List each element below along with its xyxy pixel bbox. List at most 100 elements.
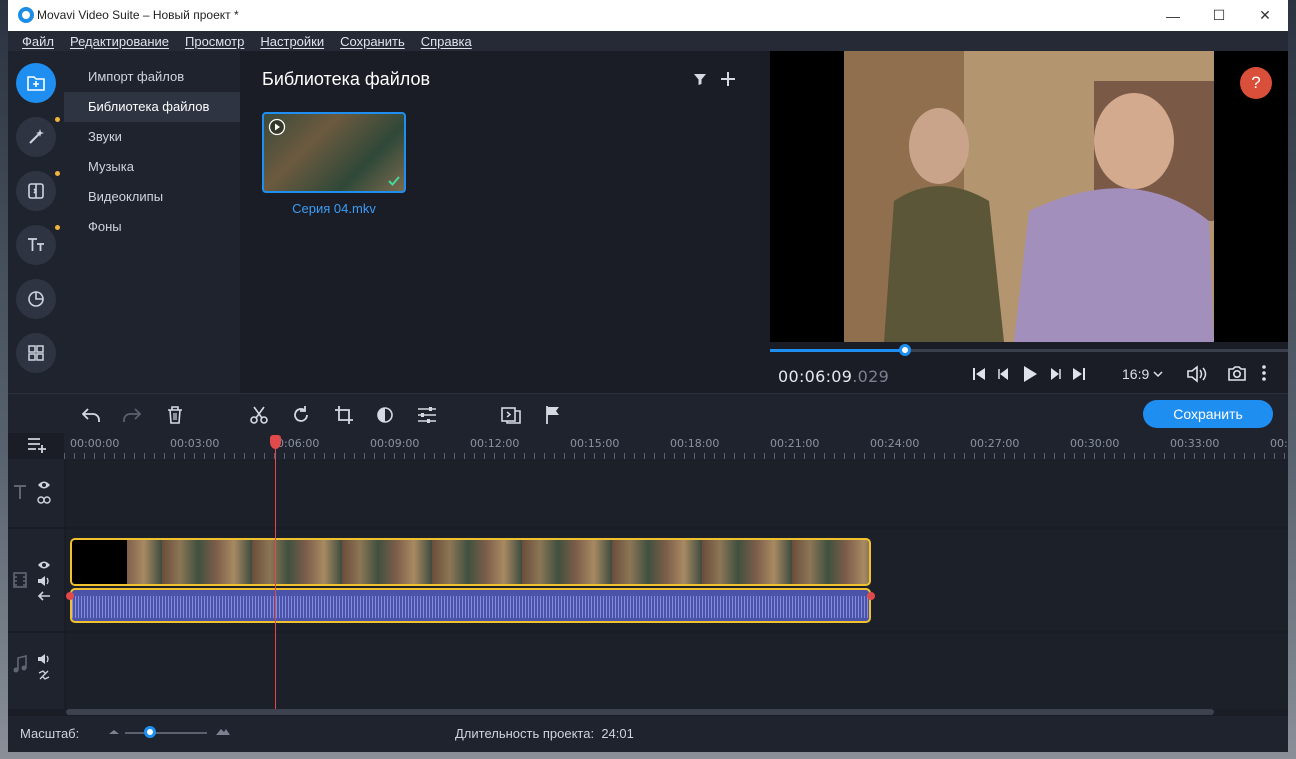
next-frame-icon[interactable] bbox=[1047, 366, 1063, 382]
title-track[interactable] bbox=[66, 459, 1288, 527]
menu-bar: Файл Редактирование Просмотр Настройки С… bbox=[8, 31, 1288, 51]
ruler-time-label: 00:27:00 bbox=[970, 437, 1020, 450]
playhead-handle[interactable] bbox=[270, 435, 281, 449]
titles-button[interactable] bbox=[16, 225, 60, 265]
nav-import-files[interactable]: Импорт файлов bbox=[64, 62, 240, 92]
stickers-icon bbox=[28, 291, 44, 307]
music-track[interactable] bbox=[66, 633, 1288, 709]
zoom-in-icon[interactable] bbox=[215, 726, 231, 736]
video-preview: ? bbox=[770, 51, 1288, 342]
skip-end-icon[interactable] bbox=[1071, 366, 1087, 382]
save-button[interactable]: Сохранить bbox=[1143, 400, 1273, 428]
rotate-icon[interactable] bbox=[290, 404, 312, 426]
seek-bar[interactable] bbox=[770, 344, 1288, 356]
volume-icon[interactable] bbox=[1186, 364, 1208, 384]
ruler-time-label: 00:00:00 bbox=[70, 437, 120, 450]
timecode-ms: .029 bbox=[852, 367, 890, 386]
visibility-eye-icon[interactable] bbox=[37, 480, 51, 490]
redo-icon[interactable] bbox=[121, 404, 143, 426]
crop-icon[interactable] bbox=[333, 404, 355, 426]
aspect-ratio-value: 16:9 bbox=[1122, 366, 1150, 382]
add-icon[interactable] bbox=[720, 71, 736, 87]
tool-rail bbox=[8, 51, 64, 393]
video-track-icon bbox=[13, 572, 27, 588]
zoom-slider[interactable] bbox=[125, 732, 207, 734]
aspect-ratio-dropdown[interactable]: 16:9 bbox=[1122, 366, 1163, 382]
filter-icon[interactable] bbox=[693, 72, 707, 86]
clip-trim-handle-left[interactable] bbox=[66, 592, 74, 600]
ruler-time-label: 00:24:00 bbox=[870, 437, 920, 450]
timeline-ruler[interactable]: 00:00:00 00:03:00 00:06:00 00:09:00 00:12:00… bbox=[64, 433, 1288, 459]
visibility-eye-icon[interactable] bbox=[37, 560, 51, 570]
text-track-icon bbox=[14, 485, 26, 499]
more-tools-button[interactable] bbox=[16, 333, 56, 373]
new-badge bbox=[55, 171, 60, 176]
mute-speaker-icon[interactable] bbox=[37, 653, 51, 665]
clip-trim-handle-right[interactable] bbox=[867, 592, 875, 600]
menu-settings[interactable]: Настройки bbox=[260, 34, 324, 49]
arrow-left-icon[interactable] bbox=[37, 591, 51, 601]
play-icon[interactable] bbox=[1021, 364, 1039, 384]
project-duration: Длительность проекта: 24:01 bbox=[455, 726, 634, 741]
zoom-out-icon[interactable] bbox=[108, 728, 120, 736]
video-clip[interactable] bbox=[70, 538, 871, 586]
duration-label: Длительность проекта: bbox=[455, 726, 595, 741]
link-icon[interactable] bbox=[37, 495, 51, 505]
mute-speaker-icon[interactable] bbox=[37, 575, 51, 587]
library-nav: Импорт файлов Библиотека файлов Звуки Му… bbox=[64, 51, 240, 393]
menu-view[interactable]: Просмотр bbox=[185, 34, 244, 49]
duration-value: 24:01 bbox=[601, 726, 634, 741]
maximize-button[interactable]: ☐ bbox=[1196, 0, 1242, 31]
titles-icon bbox=[28, 238, 44, 251]
title-bar: Movavi Video Suite – Новый проект * — ☐ … bbox=[8, 0, 1288, 31]
more-options-icon[interactable] bbox=[1260, 364, 1268, 382]
music-track-header bbox=[8, 633, 64, 709]
marker-flag-icon[interactable] bbox=[542, 404, 564, 426]
video-frame bbox=[844, 51, 1214, 342]
snapshot-icon[interactable] bbox=[1227, 364, 1247, 382]
overlay-icon[interactable] bbox=[500, 404, 522, 426]
menu-help[interactable]: Справка bbox=[421, 34, 472, 49]
add-track-icon[interactable] bbox=[26, 436, 48, 454]
nav-sounds[interactable]: Звуки bbox=[64, 122, 240, 152]
media-thumbnail[interactable] bbox=[262, 112, 406, 193]
delete-icon[interactable] bbox=[164, 404, 186, 426]
close-button[interactable]: ✕ bbox=[1242, 0, 1288, 31]
nav-backgrounds[interactable]: Фоны bbox=[64, 212, 240, 242]
prev-frame-icon[interactable] bbox=[996, 366, 1012, 382]
zoom-slider-handle[interactable] bbox=[143, 726, 156, 738]
audio-clip[interactable] bbox=[70, 588, 871, 623]
nav-music[interactable]: Музыка bbox=[64, 152, 240, 182]
menu-edit[interactable]: Редактирование bbox=[70, 34, 169, 49]
help-button[interactable]: ? bbox=[1240, 67, 1272, 99]
stickers-button[interactable] bbox=[16, 279, 56, 319]
new-badge bbox=[55, 225, 60, 230]
filters-button[interactable] bbox=[16, 117, 60, 157]
color-adjust-icon[interactable] bbox=[374, 404, 396, 426]
clip-properties-icon[interactable] bbox=[416, 404, 438, 426]
ruler-time-label: 00:15:00 bbox=[570, 437, 620, 450]
transitions-button[interactable] bbox=[16, 171, 60, 211]
audio-waveform bbox=[72, 596, 869, 618]
minimize-button[interactable]: — bbox=[1150, 0, 1196, 31]
nav-file-library[interactable]: Библиотека файлов bbox=[64, 92, 240, 122]
timecode: 00:06:09.029 bbox=[778, 367, 889, 386]
import-button[interactable] bbox=[16, 63, 56, 103]
title-track-header bbox=[8, 459, 64, 527]
media-file-name[interactable]: Серия 04.mkv bbox=[262, 201, 406, 216]
playhead-line bbox=[275, 437, 276, 710]
menu-file[interactable]: Файл bbox=[22, 34, 54, 49]
menu-save[interactable]: Сохранить bbox=[340, 34, 405, 49]
library-panel: Библиотека файлов Серия 04.mkv bbox=[240, 51, 770, 393]
movavi-logo-icon bbox=[18, 7, 34, 23]
skip-start-icon[interactable] bbox=[971, 366, 987, 382]
more-tools-icon bbox=[28, 345, 44, 361]
unlink-icon[interactable] bbox=[37, 669, 51, 681]
nav-video-clips[interactable]: Видеоклипы bbox=[64, 182, 240, 212]
new-badge bbox=[55, 117, 60, 122]
timeline-scrollbar[interactable] bbox=[66, 709, 1214, 715]
transitions-icon bbox=[28, 183, 44, 199]
undo-icon[interactable] bbox=[80, 404, 102, 426]
seek-handle[interactable] bbox=[898, 344, 911, 356]
cut-icon[interactable] bbox=[248, 404, 270, 426]
